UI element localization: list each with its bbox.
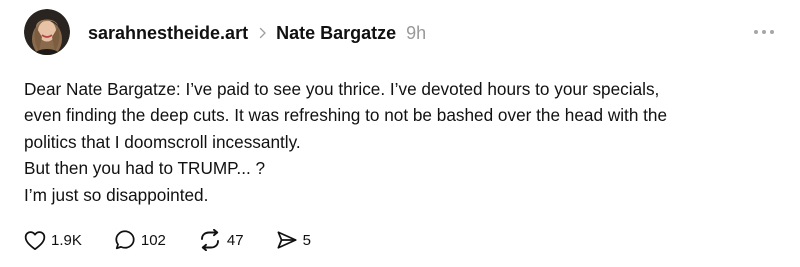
post-body-line: politics that I doomscroll incessantly. xyxy=(24,131,301,152)
like-count: 1.9K xyxy=(51,231,82,249)
share-count: 5 xyxy=(302,231,311,249)
chevron-right-icon xyxy=(259,27,267,39)
like-button[interactable]: 1.9K xyxy=(24,230,82,251)
repost-count: 47 xyxy=(226,231,244,249)
username[interactable]: sarahnestheide.art xyxy=(88,23,248,44)
reply-button[interactable]: 102 xyxy=(114,229,166,251)
post-actions: 1.9K 102 47 5 xyxy=(24,228,343,252)
post-body: Dear Nate Bargatze: I’ve paid to see you… xyxy=(24,76,784,208)
reply-count: 102 xyxy=(140,231,166,249)
post-body-line: But then you had to TRUMP... ? xyxy=(24,158,266,179)
avatar-image xyxy=(24,9,70,55)
post-body-line: Dear Nate Bargatze: I’ve paid to see you… xyxy=(24,79,660,99)
avatar[interactable] xyxy=(24,9,70,55)
more-dot xyxy=(770,30,774,34)
more-dot xyxy=(754,30,758,34)
heart-icon xyxy=(24,230,46,250)
more-dot xyxy=(762,30,766,34)
comment-icon xyxy=(115,230,135,250)
post-body-line: I’m just so disappointed. xyxy=(24,184,209,205)
send-icon xyxy=(277,231,297,249)
thread-post: sarahnestheide.art Nate Bargatze 9h Dear… xyxy=(0,0,800,267)
more-horizontal-icon[interactable] xyxy=(752,28,776,36)
post-header: sarahnestheide.art Nate Bargatze 9h xyxy=(88,20,426,46)
repost-button[interactable]: 47 xyxy=(198,229,244,251)
post-body-line: even finding the deep cuts. It was refre… xyxy=(24,105,668,126)
post-timestamp: 9h xyxy=(406,22,427,43)
repost-icon xyxy=(200,229,219,251)
share-button[interactable]: 5 xyxy=(276,230,311,250)
topic-tag[interactable]: Nate Bargatze xyxy=(276,23,396,44)
